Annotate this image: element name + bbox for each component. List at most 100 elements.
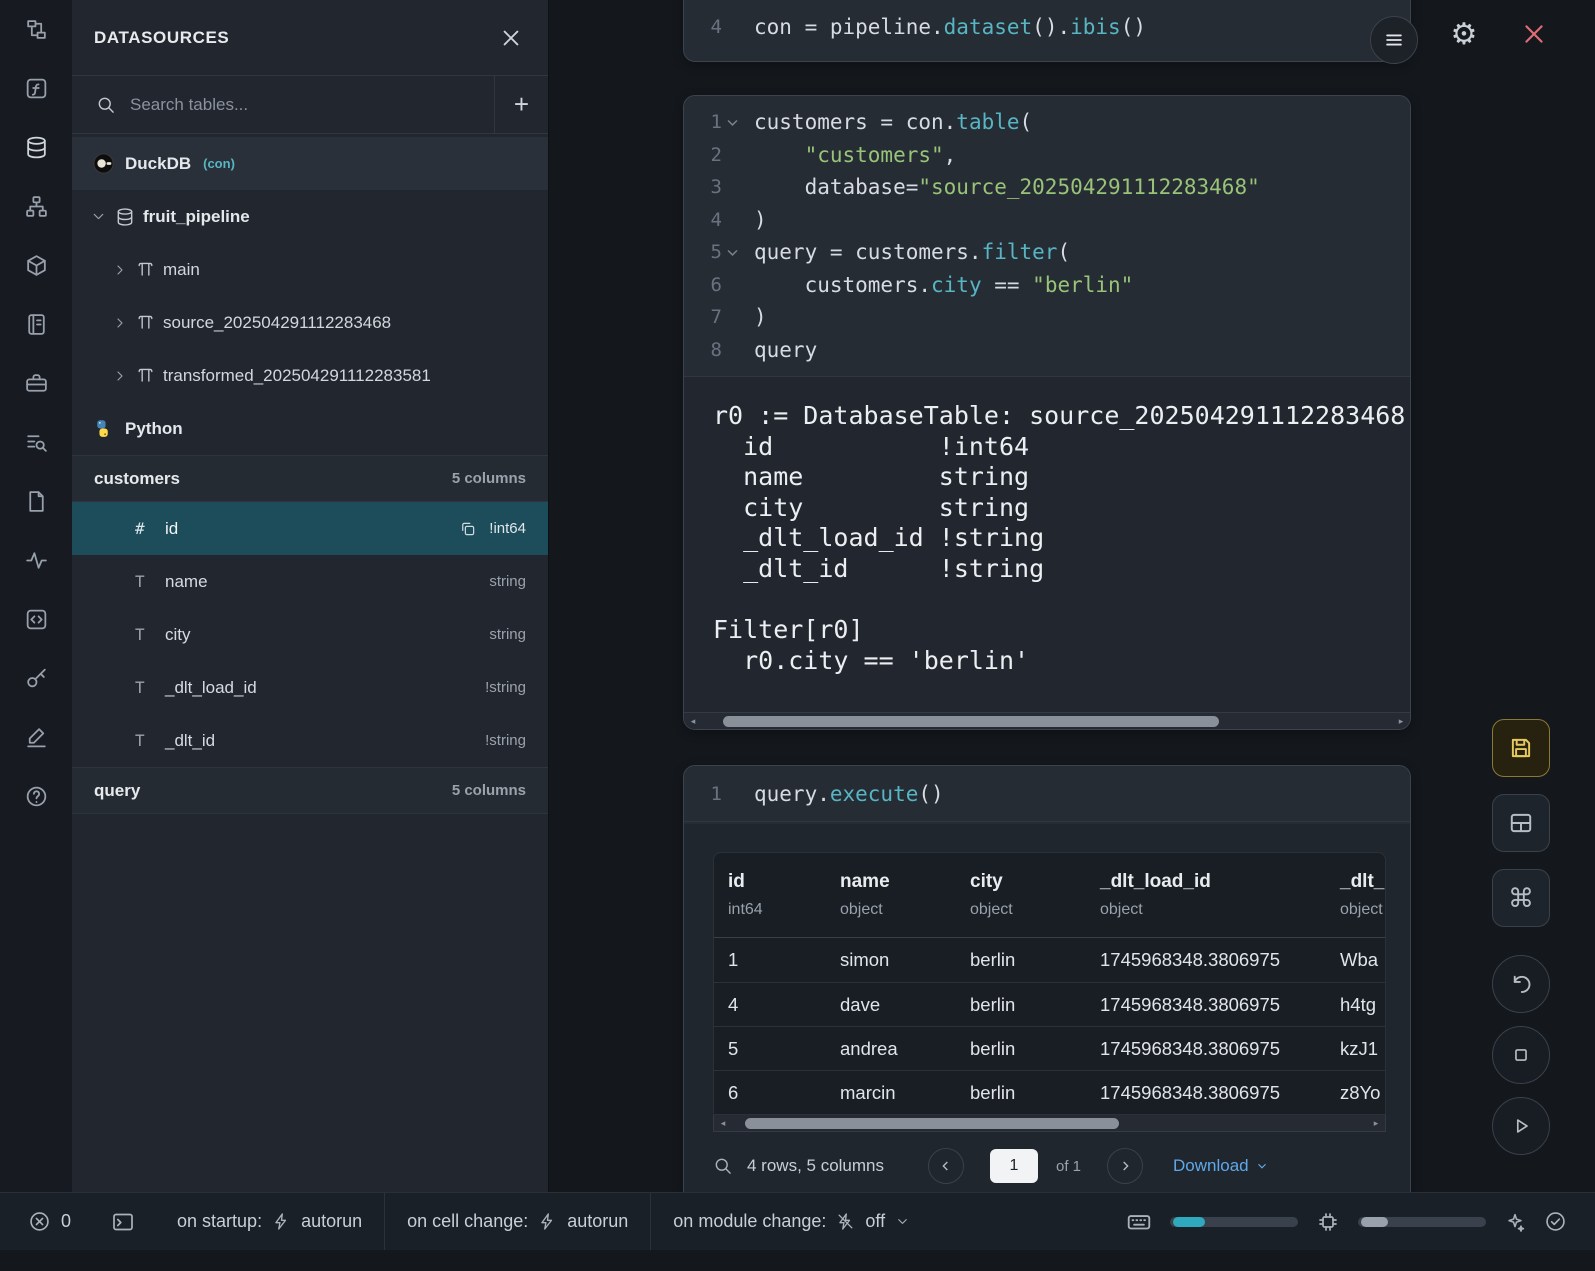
search-table-icon[interactable] — [713, 1156, 733, 1176]
table-item-query[interactable]: query 5 columns — [72, 767, 548, 814]
code-line[interactable]: 6 customers.city == "berlin" — [684, 269, 1410, 302]
tree-item-fruit-pipeline[interactable]: fruit_pipeline — [72, 190, 548, 243]
package-icon[interactable] — [0, 236, 72, 295]
scroll-left-icon[interactable]: ◂ — [684, 713, 702, 729]
page-number-input[interactable]: 1 — [990, 1149, 1038, 1183]
key-icon[interactable] — [0, 649, 72, 708]
scrollbar-thumb[interactable] — [745, 1118, 1120, 1129]
close-panel-icon[interactable] — [494, 21, 528, 55]
run-button[interactable] — [1492, 1097, 1550, 1155]
table-header-city[interactable]: cityobject — [956, 853, 1086, 937]
code-line[interactable]: 4con = pipeline.dataset().ibis() — [684, 11, 1410, 44]
database-icon[interactable] — [0, 118, 72, 177]
scroll-right-icon[interactable]: ▸ — [1392, 713, 1410, 729]
code-editor[interactable]: 1query.execute() — [684, 766, 1410, 822]
code-line[interactable]: 7) — [684, 301, 1410, 334]
code-block-icon[interactable] — [0, 590, 72, 649]
column-row-_dlt_load_id[interactable]: T_dlt_load_id!string — [72, 661, 548, 714]
command-palette-button[interactable]: ⌘ — [1492, 869, 1550, 927]
cell-pipeline-partial[interactable]: 4con = pipeline.dataset().ibis() — [683, 0, 1411, 62]
next-page-button[interactable] — [1107, 1148, 1143, 1184]
workflow-icon[interactable] — [0, 177, 72, 236]
tree-item-schema-source[interactable]: source_202504291112283468 — [72, 296, 548, 349]
horizontal-scrollbar[interactable]: ◂ ▸ — [684, 712, 1410, 729]
table-header-_dlt_id[interactable]: _dlt_idobject — [1326, 853, 1386, 937]
tree-item-schema-transformed[interactable]: transformed_202504291112283581 — [72, 349, 548, 402]
list-search-icon[interactable] — [0, 413, 72, 472]
database-small-icon — [115, 207, 135, 227]
column-row-name[interactable]: Tnamestring — [72, 555, 548, 608]
on-module-change-setting[interactable]: on module change: off — [673, 1211, 910, 1232]
errors-indicator[interactable]: 0 — [28, 1210, 71, 1233]
code-line[interactable]: 1query.execute() — [684, 778, 1410, 811]
table-row[interactable]: 1simonberlin1745968348.3806975Wba — [714, 938, 1385, 982]
table-row[interactable]: 6marcinberlin1745968348.3806975z8Yo — [714, 1070, 1385, 1114]
fold-chevron-icon[interactable] — [726, 116, 746, 129]
result-table-body: 1simonberlin1745968348.3806975Wba4davebe… — [714, 938, 1385, 1114]
chevron-right-icon[interactable] — [112, 315, 128, 331]
table-header-name[interactable]: nameobject — [826, 853, 956, 937]
function-icon[interactable] — [0, 59, 72, 118]
chevron-down-icon[interactable] — [90, 208, 107, 225]
scroll-left-icon[interactable]: ◂ — [714, 1115, 732, 1131]
notebook-menu-button[interactable] — [1370, 16, 1418, 64]
help-icon[interactable] — [0, 767, 72, 826]
code-editor[interactable]: 1customers = con.table(2 "customers",3 d… — [684, 96, 1410, 376]
chevron-right-icon[interactable] — [112, 368, 128, 384]
notebook-icon[interactable] — [0, 295, 72, 354]
add-datasource-button[interactable]: + — [494, 76, 548, 133]
table-row[interactable]: 4daveberlin1745968348.3806975h4tg — [714, 982, 1385, 1026]
tree-item-duckdb[interactable]: DuckDB (con) — [72, 137, 548, 190]
document-icon[interactable] — [0, 472, 72, 531]
keyboard-activity-meter[interactable] — [1170, 1217, 1298, 1227]
on-startup-setting[interactable]: on startup: autorun — [177, 1211, 362, 1232]
fold-chevron-icon[interactable] — [726, 246, 746, 259]
tree-item-python[interactable]: Python — [72, 402, 548, 455]
code-line[interactable]: 4) — [684, 204, 1410, 237]
download-link[interactable]: Download — [1173, 1156, 1269, 1176]
cell-customers-query[interactable]: 1customers = con.table(2 "customers",3 d… — [683, 95, 1411, 730]
sparkle-icon[interactable] — [1504, 1211, 1526, 1233]
table-header-id[interactable]: idint64 — [714, 853, 826, 937]
tree-structure-icon[interactable] — [0, 0, 72, 59]
search-input[interactable]: Search tables... — [72, 95, 494, 115]
code-editor[interactable]: 4con = pipeline.dataset().ibis() — [684, 0, 1410, 54]
save-notebook-button[interactable] — [1492, 719, 1550, 777]
layout-panels-button[interactable] — [1492, 794, 1550, 852]
toolbox-icon[interactable] — [0, 354, 72, 413]
on-cell-change-setting[interactable]: on cell change: autorun — [407, 1211, 628, 1232]
copy-icon[interactable] — [459, 520, 477, 538]
cpu-chip-icon[interactable] — [1316, 1210, 1340, 1234]
settings-gear-icon[interactable]: ⚙ — [1446, 16, 1482, 52]
code-line[interactable]: 8query — [684, 334, 1410, 367]
activity-icon[interactable] — [0, 531, 72, 590]
horizontal-scrollbar[interactable]: ◂ ▸ — [713, 1115, 1386, 1132]
previous-page-button[interactable] — [928, 1148, 964, 1184]
terminal-icon[interactable] — [111, 1210, 135, 1234]
close-app-icon[interactable] — [1516, 16, 1552, 52]
column-row-city[interactable]: Tcitystring — [72, 608, 548, 661]
chevron-right-icon[interactable] — [112, 262, 128, 278]
stop-button[interactable] — [1492, 1026, 1550, 1084]
code-line[interactable]: 3 database="source_202504291112283468" — [684, 171, 1410, 204]
code-line[interactable]: 1customers = con.table( — [684, 106, 1410, 139]
column-row-id[interactable]: #id!int64 — [72, 502, 548, 555]
undo-button[interactable] — [1492, 955, 1550, 1013]
cell-query-execute[interactable]: 1query.execute() idint64nameobjectcityob… — [683, 765, 1411, 1252]
compose-icon[interactable] — [0, 708, 72, 767]
keyboard-icon[interactable] — [1126, 1209, 1152, 1235]
table-header-_dlt_load_id[interactable]: _dlt_load_idobject — [1086, 853, 1326, 937]
tree-item-schema-main[interactable]: main — [72, 243, 548, 296]
column-row-_dlt_id[interactable]: T_dlt_id!string — [72, 714, 548, 767]
cpu-usage-meter[interactable] — [1358, 1217, 1486, 1227]
code-line[interactable]: 5query = customers.filter( — [684, 236, 1410, 269]
scroll-right-icon[interactable]: ▸ — [1367, 1115, 1385, 1131]
scrollbar-track[interactable] — [702, 713, 1392, 729]
code-line[interactable]: 2 "customers", — [684, 139, 1410, 172]
check-circle-icon[interactable] — [1544, 1210, 1567, 1233]
code-text: customers.city == "berlin" — [754, 269, 1133, 302]
table-item-customers[interactable]: customers 5 columns — [72, 455, 548, 502]
scrollbar-track[interactable] — [732, 1115, 1367, 1131]
table-row[interactable]: 5andreaberlin1745968348.3806975kzJ1 — [714, 1026, 1385, 1070]
scrollbar-thumb[interactable] — [723, 716, 1220, 727]
